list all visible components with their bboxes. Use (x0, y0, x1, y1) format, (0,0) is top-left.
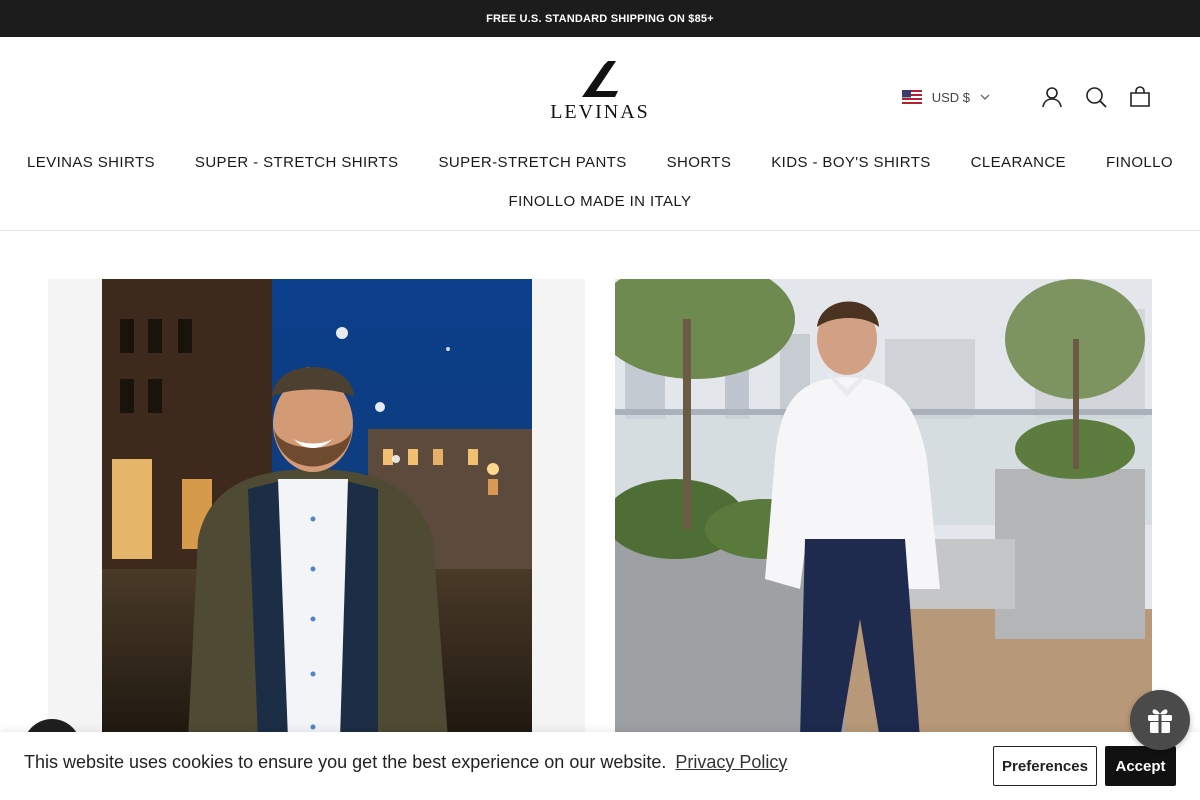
site-header: LEVINAS USD $ LEVINAS SHIRTS SUPER - STR… (0, 37, 1200, 231)
cookie-message-row: This website uses cookies to ensure you … (24, 752, 787, 773)
promo-tile-stretch[interactable] (615, 279, 1152, 739)
brand-name: LEVINAS (550, 101, 650, 123)
header-tools: USD $ (901, 84, 1152, 110)
brand-logo[interactable]: LEVINAS (540, 59, 660, 131)
nav-item-clearance[interactable]: CLEARANCE (951, 154, 1086, 171)
promo-tile-winter[interactable] (48, 279, 585, 739)
rewards-gift-button[interactable] (1130, 690, 1190, 750)
nav-item-super-stretch-shirts[interactable]: SUPER - STRETCH SHIRTS (175, 154, 419, 171)
main-nav-row-2: FINOLLO MADE IN ITALY (0, 193, 1200, 210)
flag-us-icon (901, 90, 922, 104)
winter-street-photo (48, 279, 585, 739)
nav-item-kids-boys-shirts[interactable]: KIDS - BOY'S SHIRTS (751, 154, 950, 171)
nav-item-levinas-shirts[interactable]: LEVINAS SHIRTS (7, 154, 175, 171)
gift-icon (1148, 709, 1172, 733)
nav-item-finollo[interactable]: FINOLLO (1086, 154, 1193, 171)
cookie-consent-bar: This website uses cookies to ensure you … (0, 732, 1200, 800)
search-icon[interactable] (1084, 85, 1108, 109)
account-icon[interactable] (1040, 85, 1064, 109)
announcement-bar: FREE U.S. STANDARD SHIPPING ON $85+ (0, 0, 1200, 37)
currency-label: USD $ (931, 89, 970, 105)
privacy-policy-link[interactable]: Privacy Policy (675, 752, 787, 772)
currency-selector[interactable]: USD $ (901, 89, 990, 105)
nav-item-shorts[interactable]: SHORTS (647, 154, 752, 171)
cart-icon[interactable] (1128, 85, 1152, 109)
terrace-photo (615, 279, 1152, 739)
announcement-text: FREE U.S. STANDARD SHIPPING ON $85+ (486, 12, 714, 25)
accept-button[interactable]: Accept (1105, 746, 1176, 786)
brand-logo-mark-icon (582, 61, 618, 97)
cookie-message: This website uses cookies to ensure you … (24, 752, 667, 772)
nav-item-finollo-made-in-italy[interactable]: FINOLLO MADE IN ITALY (509, 193, 692, 210)
nav-item-super-stretch-pants[interactable]: SUPER-STRETCH PANTS (418, 154, 646, 171)
main-nav: LEVINAS SHIRTS SUPER - STRETCH SHIRTS SU… (0, 154, 1200, 171)
preferences-button[interactable]: Preferences (993, 746, 1097, 786)
chevron-down-icon (980, 94, 990, 100)
